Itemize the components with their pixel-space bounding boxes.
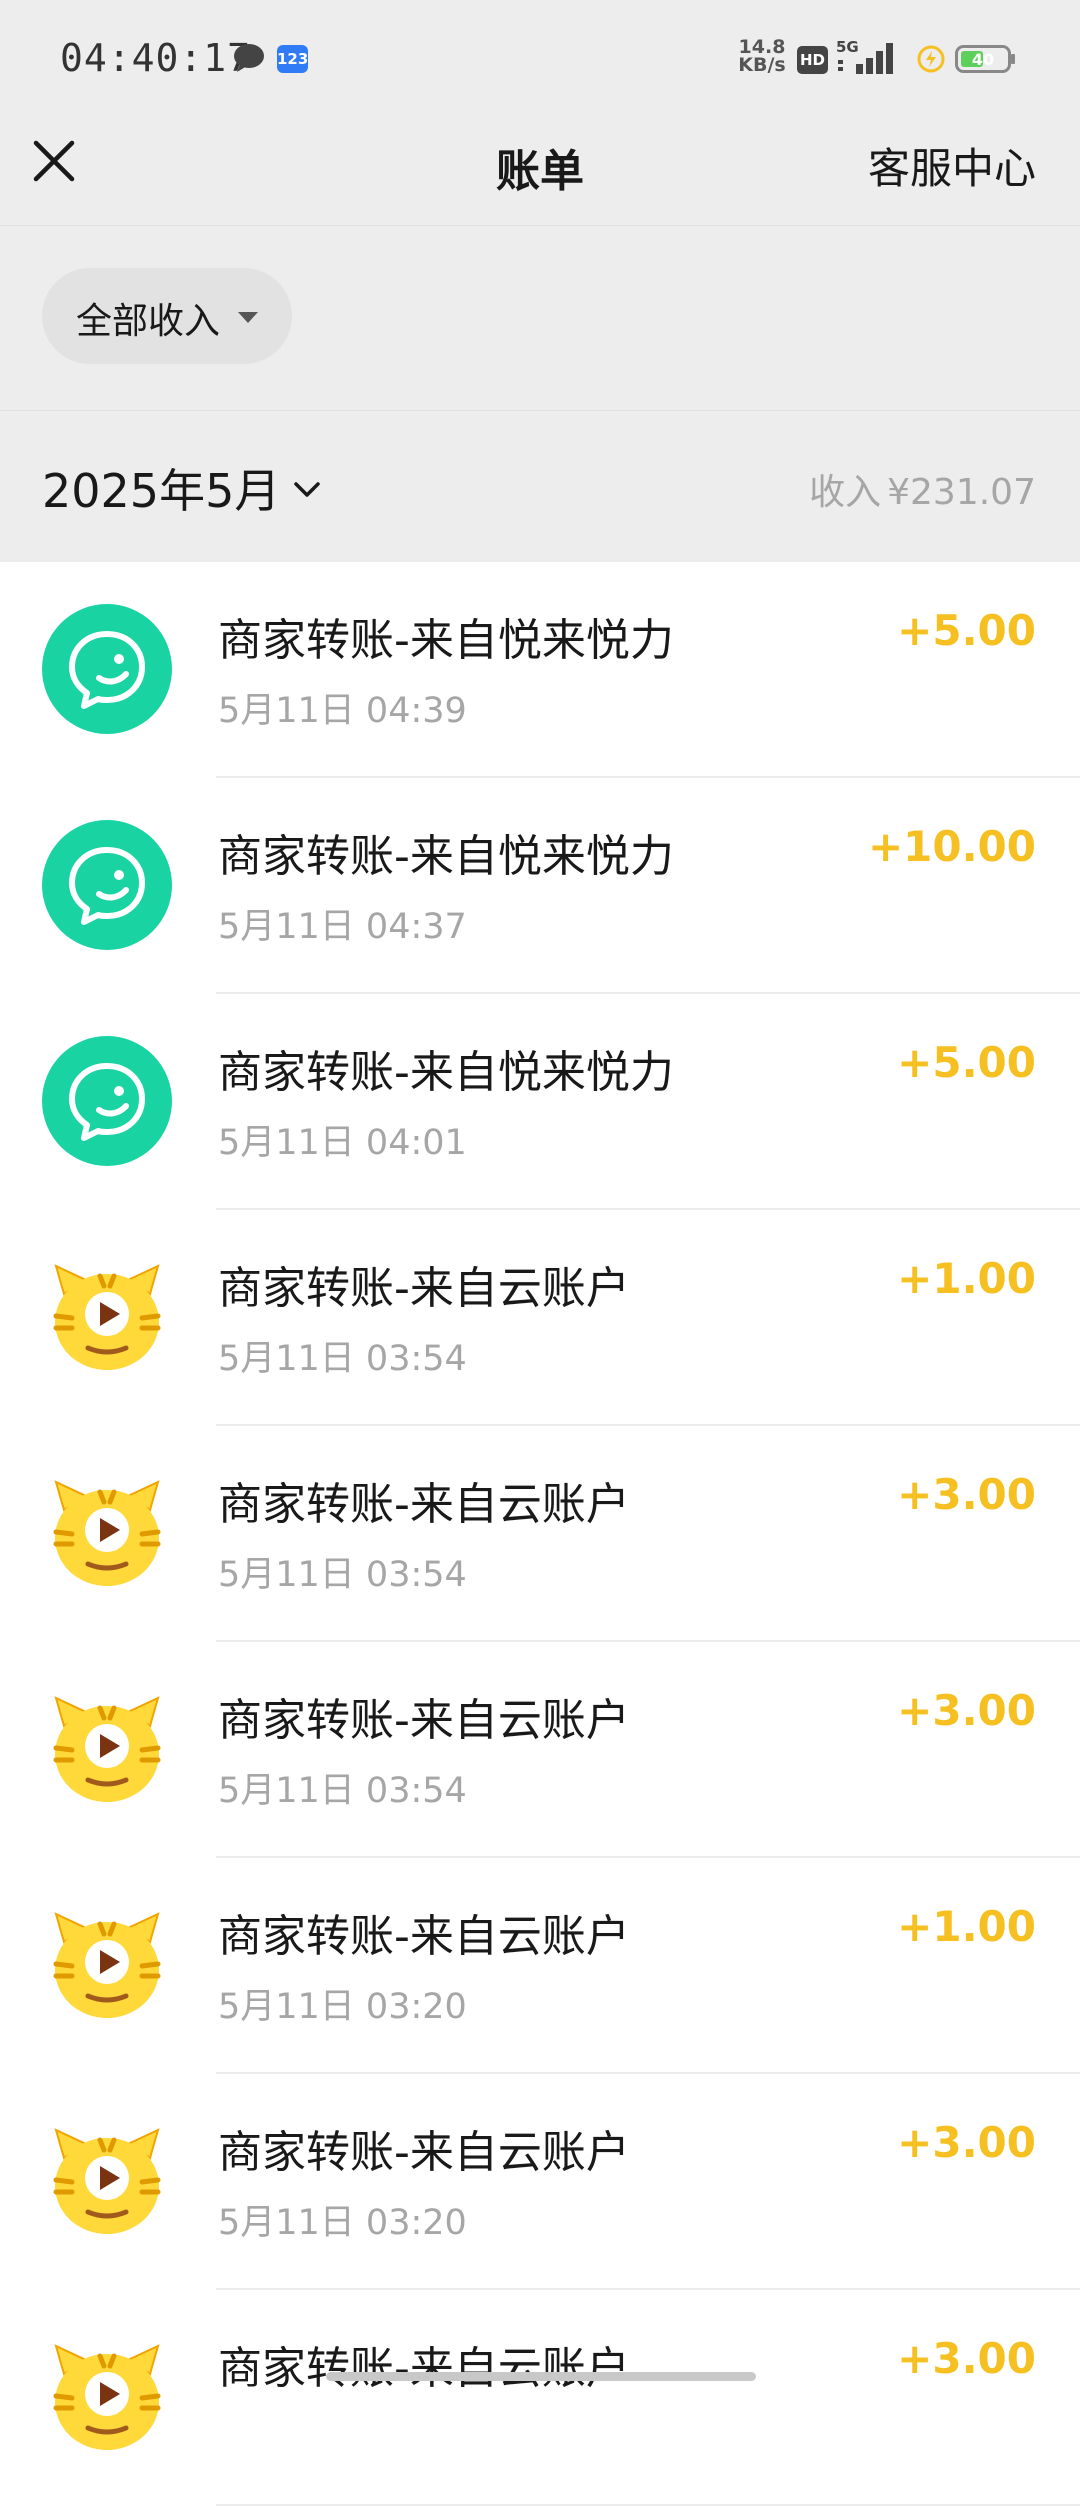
month-income-summary: 收入 ¥231.07 bbox=[809, 463, 1036, 515]
signal-strength-icon: 5G bbox=[836, 38, 893, 74]
transaction-amount: +10.00 bbox=[867, 822, 1036, 871]
transaction-time: 5月11日 04:01 bbox=[218, 1123, 467, 1163]
transaction-title: 商家转账-来自云账户 bbox=[218, 1479, 630, 1530]
chevron-down-icon bbox=[294, 482, 321, 497]
chat-bubble-icon bbox=[234, 44, 264, 72]
month-label: 2025年5月 bbox=[42, 464, 281, 518]
transaction-row[interactable]: 商家转账-来自云账户 5月11日 03:20 +3.00 bbox=[0, 2074, 1080, 2290]
nav-bar: 账单 客服中心 bbox=[0, 112, 1080, 226]
transaction-title: 商家转账-来自悦来悦力 bbox=[218, 831, 674, 882]
transaction-title: 商家转账-来自云账户 bbox=[218, 2127, 630, 2178]
home-indicator[interactable] bbox=[326, 2372, 756, 2381]
tiger-mascot-icon bbox=[53, 1480, 161, 1586]
app-123-icon: 123 bbox=[277, 45, 308, 73]
month-selector[interactable]: 2025年5月 bbox=[42, 455, 324, 521]
transaction-time: 5月11日 03:20 bbox=[218, 2203, 467, 2243]
filter-area: 全部收入 bbox=[0, 226, 1080, 411]
transaction-title: 商家转账-来自云账户 bbox=[218, 1911, 630, 1962]
transaction-title: 商家转账-来自悦来悦力 bbox=[218, 615, 674, 666]
income-label: 收入 bbox=[809, 472, 882, 513]
transaction-amount: +5.00 bbox=[897, 1038, 1036, 1087]
tiger-mascot-icon bbox=[53, 1264, 161, 1370]
transaction-time: 5月11日 04:37 bbox=[218, 907, 467, 947]
transaction-title: 商家转账-来自云账户 bbox=[218, 1695, 630, 1746]
transaction-amount: +1.00 bbox=[897, 1254, 1036, 1303]
hd-icon: HD bbox=[797, 46, 828, 74]
transaction-time: 5月11日 03:54 bbox=[218, 1339, 467, 1379]
avatar bbox=[42, 1468, 172, 1598]
transaction-list: 商家转账-来自悦来悦力 5月11日 04:39 +5.00 商家转账-来自悦来悦… bbox=[0, 562, 1080, 2506]
income-value: ¥231.07 bbox=[887, 472, 1036, 513]
transaction-time: 5月11日 03:54 bbox=[218, 1555, 467, 1595]
battery-icon: 40 bbox=[955, 45, 1015, 73]
battery-level: 40 bbox=[972, 50, 994, 69]
wechat-pay-icon bbox=[42, 820, 172, 950]
transaction-row[interactable]: 商家转账-来自悦来悦力 5月11日 04:01 +5.00 bbox=[0, 994, 1080, 1210]
transaction-row[interactable]: 商家转账-来自云账户 5月11日 03:54 +1.00 bbox=[0, 1210, 1080, 1426]
wechat-pay-icon bbox=[42, 1036, 172, 1166]
avatar bbox=[42, 820, 172, 950]
wechat-pay-icon bbox=[42, 604, 172, 734]
avatar bbox=[42, 1900, 172, 2030]
avatar bbox=[42, 2116, 172, 2246]
month-header: 2025年5月 收入 ¥231.07 bbox=[0, 411, 1080, 562]
customer-service-button[interactable]: 客服中心 bbox=[868, 135, 1036, 196]
avatar bbox=[42, 1252, 172, 1382]
status-time: 04:40:17 bbox=[60, 36, 252, 80]
tiger-mascot-icon bbox=[53, 2128, 161, 2234]
filter-label: 全部收入 bbox=[76, 301, 221, 342]
tiger-mascot-icon bbox=[53, 1696, 161, 1802]
transaction-amount: +3.00 bbox=[897, 1470, 1036, 1519]
transaction-amount: +1.00 bbox=[897, 1902, 1036, 1951]
avatar bbox=[42, 2332, 172, 2462]
transaction-time: 5月11日 03:54 bbox=[218, 1771, 467, 1811]
network-speed: 14.8 KB/s bbox=[735, 38, 789, 76]
transaction-amount: +3.00 bbox=[897, 2118, 1036, 2167]
transaction-title: 商家转账-来自悦来悦力 bbox=[218, 1047, 674, 1098]
transaction-amount: +3.00 bbox=[897, 1686, 1036, 1735]
transaction-row[interactable]: 商家转账-来自云账户 5月11日 03:20 +1.00 bbox=[0, 1858, 1080, 2074]
tiger-mascot-icon bbox=[53, 2344, 161, 2450]
status-bar: 04:40:17 123 14.8 KB/s HD 5G 40 bbox=[0, 0, 1080, 112]
transaction-amount: +3.00 bbox=[897, 2334, 1036, 2383]
network-speed-unit: KB/s bbox=[738, 54, 786, 76]
transaction-title: 商家转账-来自云账户 bbox=[218, 2343, 630, 2394]
caret-down-icon bbox=[238, 312, 258, 323]
avatar bbox=[42, 1684, 172, 1814]
network-type-label: 5G bbox=[836, 38, 859, 56]
avatar bbox=[42, 1036, 172, 1166]
transaction-title: 商家转账-来自云账户 bbox=[218, 1263, 630, 1314]
transaction-row[interactable]: 商家转账-来自云账户 +3.00 bbox=[0, 2290, 1080, 2506]
transaction-amount: +5.00 bbox=[897, 606, 1036, 655]
income-filter-dropdown[interactable]: 全部收入 bbox=[42, 268, 292, 364]
transaction-time: 5月11日 04:39 bbox=[218, 691, 467, 731]
transaction-row[interactable]: 商家转账-来自云账户 5月11日 03:54 +3.00 bbox=[0, 1642, 1080, 1858]
transaction-row[interactable]: 商家转账-来自悦来悦力 5月11日 04:37 +10.00 bbox=[0, 778, 1080, 994]
transaction-row[interactable]: 商家转账-来自云账户 5月11日 03:54 +3.00 bbox=[0, 1426, 1080, 1642]
transaction-time: 5月11日 03:20 bbox=[218, 1987, 467, 2027]
transaction-row[interactable]: 商家转账-来自悦来悦力 5月11日 04:39 +5.00 bbox=[0, 562, 1080, 778]
power-saver-icon bbox=[917, 45, 945, 73]
avatar bbox=[42, 604, 172, 734]
tiger-mascot-icon bbox=[53, 1912, 161, 2018]
